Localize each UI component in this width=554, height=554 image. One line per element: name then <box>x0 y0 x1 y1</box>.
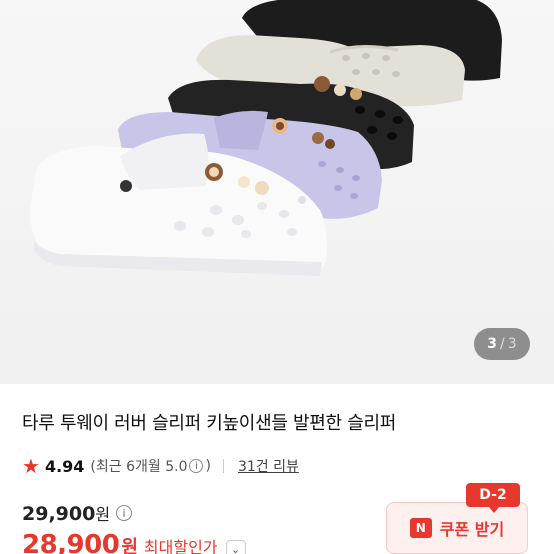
original-price-unit: 원 <box>95 505 111 524</box>
recent-rating-prefix: (최근 6개월 5.0 <box>90 459 188 475</box>
indicator-total: 3 <box>507 336 517 352</box>
naver-n-icon: N <box>409 518 432 538</box>
rating-value: 4.94 <box>44 456 85 476</box>
indicator-separator: / <box>500 336 505 352</box>
coupon-label: 쿠폰 받기 <box>439 520 505 539</box>
image-page-indicator: 3 / 3 <box>474 328 530 360</box>
original-price-value: 29,900 <box>22 503 96 525</box>
dday-badge: D-2 <box>466 483 520 513</box>
original-price: 29,900원 <box>22 501 110 525</box>
rating-row: ★ 4.94 (최근 6개월 5.0 i ) 31건 리뷰 <box>22 455 299 477</box>
recent-rating-suffix: ) <box>205 458 211 474</box>
product-photo <box>0 0 554 384</box>
chevron-down-icon[interactable]: ⌄ <box>225 539 246 554</box>
price-info-icon[interactable]: i <box>116 505 133 521</box>
product-image-gallery[interactable]: 3 / 3 <box>0 0 554 384</box>
sale-price-row: 28,900 원 최대할인가 ⌄ <box>22 530 246 554</box>
sale-price: 28,900 <box>22 530 120 554</box>
recent-rating: (최근 6개월 5.0 i ) <box>90 456 211 476</box>
sale-price-unit: 원 <box>121 537 138 554</box>
original-price-row: 29,900원 i <box>22 500 134 526</box>
divider <box>222 459 224 473</box>
product-title: 타루 투웨이 러버 슬리퍼 키높이샌들 발편한 슬리퍼 <box>22 413 396 434</box>
indicator-current: 3 <box>487 336 498 352</box>
info-icon[interactable]: i <box>189 459 204 473</box>
coupon-button[interactable]: N 쿠폰 받기 <box>386 502 528 554</box>
star-icon: ★ <box>22 454 40 478</box>
max-discount-label: 최대할인가 <box>143 538 218 554</box>
review-count-link[interactable]: 31건 리뷰 <box>238 456 299 476</box>
